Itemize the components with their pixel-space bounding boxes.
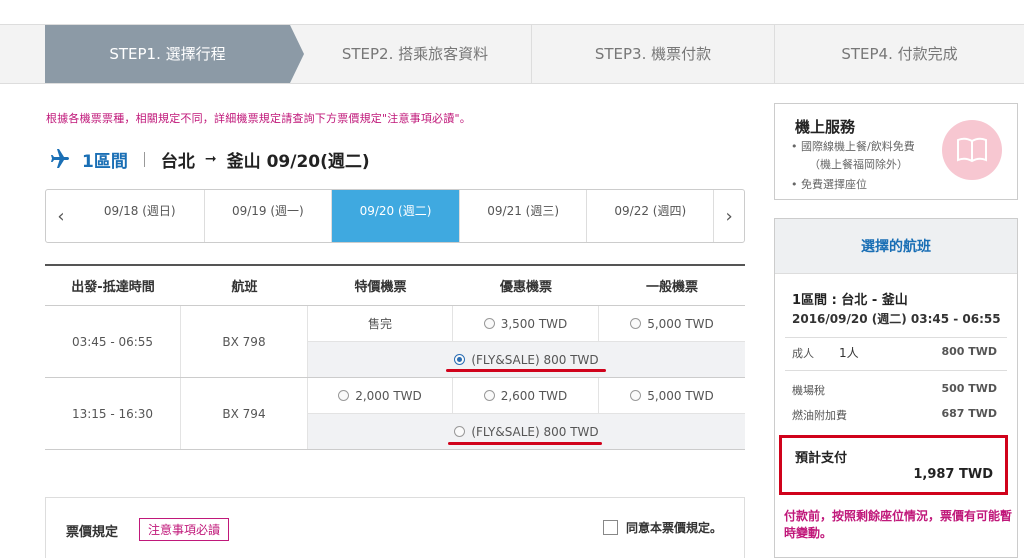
discount-fare-option[interactable]: 3,500 TWD bbox=[453, 306, 599, 341]
col-header-discount: 優惠機票 bbox=[499, 280, 552, 295]
fare-price: (FLY&SALE) 800 TWD bbox=[471, 352, 599, 367]
radio-button[interactable] bbox=[483, 318, 495, 329]
total-value: 1,987 TWD bbox=[913, 467, 993, 482]
step-2-passenger-info: STEP2. 搭乘旅客資料 bbox=[341, 45, 489, 63]
service-line: • 免費選擇座位 bbox=[791, 178, 867, 191]
total-payment-box: 預計支付 1,987 TWD bbox=[779, 435, 1008, 495]
fuel-surcharge-label: 燃油附加費 bbox=[792, 409, 847, 422]
route-arrow-icon: ➞ bbox=[204, 151, 217, 167]
divider bbox=[143, 151, 145, 167]
flight-time: 13:15 - 16:30 bbox=[45, 378, 181, 449]
flight-number: BX 794 bbox=[181, 378, 308, 449]
annotation-underline bbox=[448, 442, 602, 445]
table-row: 03:45 - 06:55 BX 798 售完 3,500 TWD 5,000 … bbox=[45, 306, 745, 378]
agree-label: 同意本票價規定。 bbox=[625, 521, 722, 535]
normal-fare-option[interactable]: 5,000 TWD bbox=[599, 378, 745, 413]
fare-price: (FLY&SALE) 800 TWD bbox=[471, 424, 599, 439]
flight-number: BX 798 bbox=[181, 306, 308, 377]
date-selector: ‹ 09/18 (週日) 09/19 (週一) 09/20 (週二) 09/21… bbox=[45, 189, 745, 243]
date-tab[interactable]: 09/18 (週日) bbox=[76, 190, 204, 242]
route-title: 1區間 台北 ➞ 釜山 09/20(週二) bbox=[46, 145, 370, 173]
fare-price: 5,000 TWD bbox=[647, 316, 714, 331]
inflight-service-card: 機上服務 • 國際線機上餐/飲料免費 （機上餐福岡除外） • 免費選擇座位 bbox=[774, 103, 1018, 200]
route-section: 1區間 bbox=[82, 151, 128, 172]
airplane-icon bbox=[51, 149, 69, 168]
radio-button[interactable] bbox=[630, 390, 642, 401]
step-3-payment: STEP3. 機票付款 bbox=[531, 25, 774, 83]
selected-datetime: 2016/09/20 (週二) 03:45 - 06:55 bbox=[792, 312, 1001, 326]
radio-button-selected[interactable] bbox=[454, 354, 466, 365]
must-read-button[interactable]: 注意事項必讀 bbox=[139, 518, 230, 541]
adult-price: 800 TWD bbox=[941, 345, 997, 358]
divider bbox=[785, 370, 1007, 371]
route-date: 09/20(週二) bbox=[266, 151, 370, 172]
date-tab-selected[interactable]: 09/20 (週二) bbox=[331, 190, 459, 242]
fare-rules-box: 票價規定 注意事項必讀 同意本票價規定。 bbox=[45, 497, 745, 558]
agree-checkbox[interactable] bbox=[602, 520, 618, 535]
divider bbox=[785, 337, 1007, 338]
flight-time: 03:45 - 06:55 bbox=[45, 306, 181, 377]
fare-rules-notice: 根據各機票票種，相關規定不同，詳細機票規定請查詢下方票價規定"注意事項必讀"。 bbox=[46, 112, 471, 125]
special-fare-option[interactable]: 2,000 TWD bbox=[308, 378, 453, 413]
service-line: • 國際線機上餐/飲料免費 bbox=[791, 140, 915, 153]
date-tab[interactable]: 09/22 (週四) bbox=[586, 190, 715, 242]
fare-price: 3,500 TWD bbox=[500, 316, 568, 331]
prev-date-arrow-icon[interactable]: ‹ bbox=[46, 190, 76, 242]
selected-section: 1區間 : 台北 - 釜山 bbox=[792, 293, 908, 308]
step-progress-bar: STEP1. 選擇行程 STEP2. 搭乘旅客資料 STEP3. 機票付款 ST… bbox=[0, 24, 1024, 84]
flight-fare-table: 出發-抵達時間 航班 特價機票 優惠機票 一般機票 03:45 - 06:55 … bbox=[45, 264, 745, 450]
radio-button[interactable] bbox=[454, 426, 466, 437]
agree-checkbox-row[interactable]: 同意本票價規定。 bbox=[602, 519, 722, 536]
adult-count: 1人 bbox=[839, 346, 859, 360]
selected-flight-panel: 選擇的航班 1區間 : 台北 - 釜山 2016/09/20 (週二) 03:4… bbox=[774, 218, 1018, 558]
service-title: 機上服務 bbox=[795, 118, 856, 136]
fare-price: 5,000 TWD bbox=[647, 388, 714, 403]
adult-label: 成人 bbox=[792, 347, 814, 360]
annotation-underline bbox=[446, 369, 606, 372]
fare-price: 2,600 TWD bbox=[500, 388, 568, 403]
discount-fare-option[interactable]: 2,600 TWD bbox=[453, 378, 599, 413]
col-header-normal: 一般機票 bbox=[645, 280, 698, 295]
special-fare-soldout: 售完 bbox=[308, 306, 453, 341]
fuel-surcharge-value: 687 TWD bbox=[941, 407, 997, 420]
book-icon bbox=[942, 120, 1002, 180]
next-date-arrow-icon[interactable]: › bbox=[714, 190, 744, 242]
col-header-flight: 航班 bbox=[231, 280, 258, 295]
col-header-time: 出發-抵達時間 bbox=[71, 280, 155, 295]
radio-button[interactable] bbox=[338, 390, 350, 401]
selected-flight-title: 選擇的航班 bbox=[775, 219, 1017, 274]
date-tab[interactable]: 09/19 (週一) bbox=[203, 190, 332, 242]
service-line: （機上餐福岡除外） bbox=[809, 158, 908, 171]
step-4-complete: STEP4. 付款完成 bbox=[774, 25, 1024, 83]
step-1-select-itinerary: STEP1. 選擇行程 bbox=[45, 25, 304, 83]
table-row: 13:15 - 16:30 BX 794 2,000 TWD 2,600 TWD… bbox=[45, 378, 745, 450]
total-label: 預計支付 bbox=[795, 451, 848, 466]
date-tab[interactable]: 09/21 (週三) bbox=[458, 190, 587, 242]
table-header: 出發-抵達時間 航班 特價機票 優惠機票 一般機票 bbox=[45, 266, 745, 306]
col-header-special: 特價機票 bbox=[354, 280, 407, 295]
normal-fare-option[interactable]: 5,000 TWD bbox=[599, 306, 745, 341]
airport-tax-value: 500 TWD bbox=[941, 382, 997, 395]
fare-price: 2,000 TWD bbox=[355, 388, 422, 403]
price-change-warning: 付款前，按照剩餘座位情況，票價有可能暫時變動。 bbox=[784, 509, 1013, 540]
airport-tax-label: 機場稅 bbox=[792, 384, 825, 397]
route-from: 台北 bbox=[160, 151, 195, 172]
radio-button[interactable] bbox=[630, 318, 642, 329]
radio-button[interactable] bbox=[483, 390, 495, 401]
fare-rules-label: 票價規定 bbox=[66, 525, 119, 540]
route-to: 釜山 bbox=[226, 151, 261, 172]
